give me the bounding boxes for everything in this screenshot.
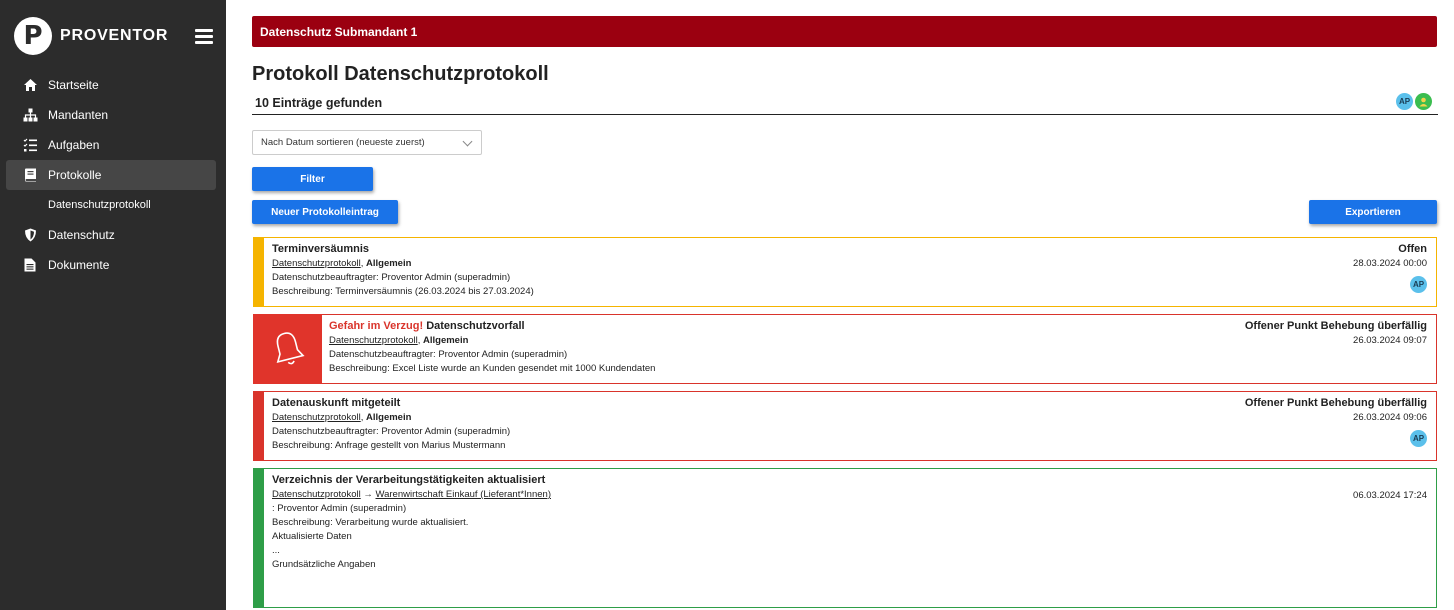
sidebar-subitem-datenschutzprotokoll[interactable]: Datenschutzprotokoll — [6, 190, 216, 220]
entry-date: 26.03.2024 09:06 — [1353, 412, 1427, 423]
entry-description: Beschreibung: Anfrage gestellt von Mariu… — [272, 440, 506, 451]
entry-title: Verzeichnis der Verarbeitungstätigkeiten… — [272, 474, 546, 486]
sidebar-item-label: Protokolle — [48, 168, 102, 182]
menu-icon[interactable] — [195, 29, 213, 44]
entry-status: Offener Punkt Behebung überfällig — [1244, 320, 1427, 332]
sidebar-item-mandanten[interactable]: Mandanten — [6, 100, 216, 130]
entry-description: Beschreibung: Excel Liste wurde an Kunde… — [329, 363, 656, 374]
tenant-banner: Datenschutz Submandant 1 — [252, 16, 1437, 47]
sidebar-item-label: Datenschutz — [48, 228, 115, 242]
entry-category: Allgemein — [366, 258, 412, 269]
entry-responsible: Datenschutzbeauftragter: Proventor Admin… — [272, 426, 511, 437]
entry-status: Offen — [1398, 243, 1427, 255]
sidebar-item-datenschutz[interactable]: Datenschutz — [6, 220, 216, 250]
sidebar-item-label: Aufgaben — [48, 138, 100, 152]
new-entry-button[interactable]: Neuer Protokolleintrag — [252, 200, 398, 224]
entry-date: 26.03.2024 09:07 — [1353, 335, 1427, 346]
user-avatar-icon[interactable] — [1415, 93, 1432, 110]
sidebar-item-startseite[interactable]: Startseite — [6, 70, 216, 100]
entry-responsible: Datenschutzbeauftragter: Proventor Admin… — [272, 272, 511, 283]
book-icon — [22, 167, 38, 183]
sidebar-item-protokolle[interactable]: Protokolle — [6, 160, 216, 190]
entry-status: Offener Punkt Behebung überfällig — [1244, 397, 1427, 409]
entry-date: 06.03.2024 17:24 — [1353, 490, 1427, 501]
entry-title: Terminversäumnis — [272, 243, 370, 255]
entry-detail: Grundsätzliche Angaben — [272, 559, 376, 570]
sidebar-nav: Startseite Mandanten Aufgaben Protokolle… — [6, 70, 216, 280]
filter-button[interactable]: Filter — [252, 167, 373, 191]
log-entry[interactable]: Gefahr im Verzug! Datenschutzvorfall Dat… — [253, 314, 1437, 384]
entry-category: Allgemein — [423, 335, 469, 346]
entry-protocol-link[interactable]: Datenschutzprotokoll — [272, 412, 361, 423]
chevron-down-icon — [462, 136, 473, 147]
export-button[interactable]: Exportieren — [1309, 200, 1437, 224]
sidebar-item-label: Mandanten — [48, 108, 109, 122]
urgent-label: Gefahr im Verzug! — [329, 320, 424, 332]
entry-responsible: Datenschutzbeauftragter: Proventor Admin… — [329, 349, 568, 360]
shield-icon — [22, 227, 38, 243]
header-avatars: AP — [1396, 93, 1432, 110]
alarm-bell-icon — [253, 314, 322, 384]
entry-title: Datenauskunft mitgeteilt — [272, 397, 401, 409]
hierarchy-icon — [22, 107, 38, 123]
sidebar-item-aufgaben[interactable]: Aufgaben — [6, 130, 216, 160]
entry-protocol-link[interactable]: Datenschutzprotokoll — [272, 258, 361, 269]
tasks-icon — [22, 137, 38, 153]
entry-detail: ... — [272, 545, 280, 556]
entry-description: Beschreibung: Verarbeitung wurde aktuali… — [272, 517, 469, 528]
home-icon — [22, 77, 38, 93]
log-entry[interactable]: Terminversäumnis Datenschutzprotokoll, A… — [253, 237, 1437, 307]
header-divider — [252, 114, 1438, 115]
sidebar-item-label: Dokumente — [48, 258, 110, 272]
sort-select-value: Nach Datum sortieren (neueste zuerst) — [261, 137, 425, 148]
result-count: 10 Einträge gefunden — [255, 96, 383, 110]
avatar[interactable]: AP — [1396, 93, 1413, 110]
brand-logo[interactable]: P PROVENTOR — [14, 17, 168, 55]
sidebar-item-label: Startseite — [48, 78, 99, 92]
entry-responsible: : Proventor Admin (superadmin) — [272, 503, 407, 514]
entry-description: Beschreibung: Terminversäumnis (26.03.20… — [272, 286, 534, 297]
sidebar-item-dokumente[interactable]: Dokumente — [6, 250, 216, 280]
entry-date: 28.03.2024 00:00 — [1353, 258, 1427, 269]
entry-protocol-link[interactable]: Datenschutzprotokoll — [329, 335, 418, 346]
avatar[interactable]: AP — [1410, 276, 1427, 293]
logo-letter: P — [23, 21, 43, 51]
sort-select[interactable]: Nach Datum sortieren (neueste zuerst) — [252, 130, 482, 155]
entry-title: Datenschutzvorfall — [426, 320, 525, 332]
page-title: Protokoll Datenschutzprotokoll — [252, 63, 549, 85]
log-entry[interactable]: Verzeichnis der Verarbeitungstätigkeiten… — [253, 468, 1437, 608]
arrow-right-icon: → — [363, 489, 373, 500]
logo-icon: P — [14, 17, 52, 55]
avatar[interactable]: AP — [1410, 430, 1427, 447]
document-icon — [22, 257, 38, 273]
brand-name: PROVENTOR — [60, 27, 169, 44]
sidebar: P PROVENTOR Startseite Mandanten Aufgabe… — [0, 0, 226, 610]
entry-protocol-link[interactable]: Datenschutzprotokoll — [272, 489, 361, 500]
log-entry[interactable]: Datenauskunft mitgeteilt Datenschutzprot… — [253, 391, 1437, 461]
entry-process-link[interactable]: Warenwirtschaft Einkauf (Lieferant*Innen… — [376, 489, 551, 500]
entry-detail: Aktualisierte Daten — [272, 531, 352, 542]
entry-category: Allgemein — [366, 412, 412, 423]
